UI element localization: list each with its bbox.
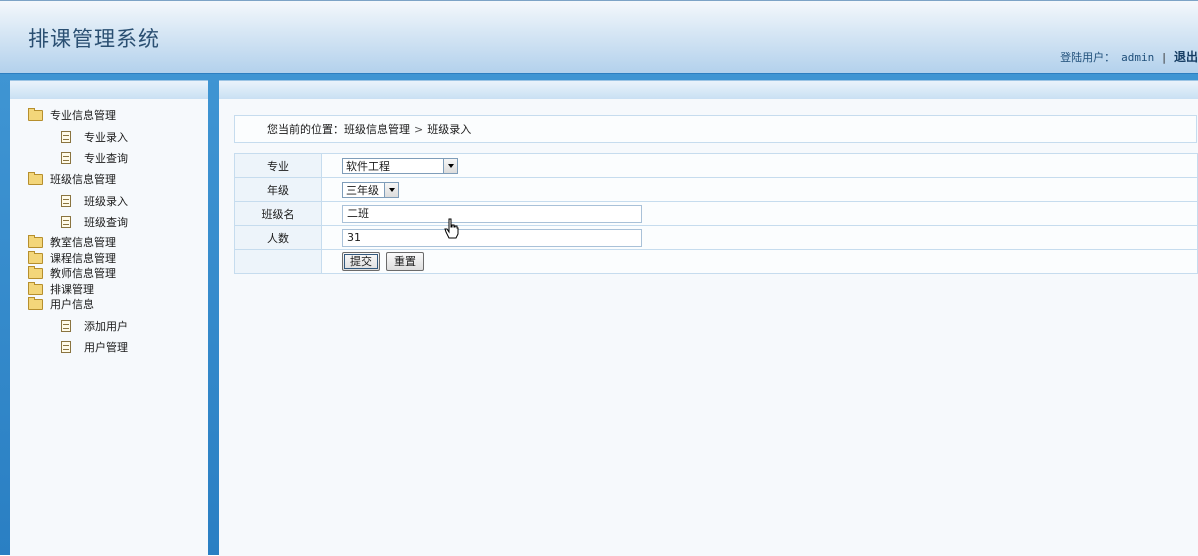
grade-select[interactable]: 三年级 [342,181,399,198]
breadcrumb-section: 班级信息管理 [344,123,410,136]
form-row-major: 专业 软件工程 [234,153,1198,178]
breadcrumb-prefix: 您当前的位置： [267,123,344,136]
document-icon [61,341,71,353]
document-icon [61,131,71,143]
folder-open-icon [28,297,43,311]
count-input[interactable]: 31 [342,228,642,247]
menu-item-user-manage[interactable]: 用户管理 [28,337,128,358]
class-name-input[interactable]: 二班 [342,204,642,223]
menu-group-major[interactable]: 专业信息管理 [28,108,128,124]
form-row-actions: 提交 重置 [234,249,1198,274]
breadcrumb-arrow: > [414,123,424,136]
menu-item-label: 添加用户 [84,320,128,333]
sidebar-top-bar [10,81,208,99]
grade-select-value: 三年级 [346,183,379,197]
actions-label-cell [234,249,322,274]
menu-group-label: 班级信息管理 [50,172,116,186]
class-entry-form: 专业 软件工程 年级 三年级 班级名 二班 人数 31 提交 重置 [234,153,1198,274]
grade-cell: 三年级 [321,177,1198,202]
major-select-value: 软件工程 [346,159,390,173]
menu-group-label: 用户信息 [50,298,94,311]
document-icon [61,194,71,207]
app-title: 排课管理系统 [28,27,160,51]
menu-group-label: 教师信息管理 [50,267,116,280]
menu-item-label: 班级录入 [84,194,128,208]
main-top-bar [219,81,1198,99]
app-header: 排课管理系统 登陆用户： admin | 退出 [0,0,1198,75]
username: admin [1121,51,1155,64]
form-row-class-name: 班级名 二班 [234,201,1198,226]
folder-open-icon [28,235,43,249]
menu-group-user[interactable]: 用户信息 [28,297,128,313]
main-panel: 您当前的位置：班级信息管理 >班级录入 专业 软件工程 年级 三年级 班级名 [219,80,1198,556]
logout-link[interactable]: 退出 [1174,50,1198,64]
form-row-grade: 年级 三年级 [234,177,1198,202]
document-icon [61,320,71,332]
menu-group-label: 教室信息管理 [50,236,116,249]
hand-pointer-icon [444,218,459,239]
actions-cell: 提交 重置 [321,249,1198,274]
user-bar: 登陆用户： admin | 退出 [1060,48,1198,65]
form-row-count: 人数 31 [234,225,1198,250]
menu-group-label: 课程信息管理 [50,251,116,265]
menu-item-major-query[interactable]: 专业查询 [28,148,128,169]
menu-item-class-query[interactable]: 班级查询 [28,211,128,232]
menu-item-major-entry[interactable]: 专业录入 [28,127,128,148]
chevron-down-icon[interactable] [443,158,457,173]
folder-open-icon [28,250,43,264]
menu-group-classroom[interactable]: 教室信息管理 [28,235,128,251]
breadcrumb-page: 班级录入 [427,123,472,136]
document-icon [61,152,71,164]
sidebar: 专业信息管理 专业录入 专业查询 班级信息管理 班级录入 班级查询 教室信息管理 [10,80,208,556]
separator: | [1162,51,1166,64]
submit-button[interactable]: 提交 [342,252,380,271]
menu-item-add-user[interactable]: 添加用户 [28,316,128,337]
menu-item-label: 专业录入 [84,131,128,144]
major-cell: 软件工程 [321,153,1198,178]
major-select[interactable]: 软件工程 [342,157,458,174]
chevron-down-icon[interactable] [384,182,398,197]
menu-item-label: 班级查询 [84,215,128,229]
sidebar-menu: 专业信息管理 专业录入 专业查询 班级信息管理 班级录入 班级查询 教室信息管理 [28,108,128,358]
major-label: 专业 [234,153,322,178]
grade-label: 年级 [234,177,322,202]
menu-item-label: 用户管理 [84,341,128,354]
menu-item-label: 专业查询 [84,152,128,165]
folder-open-icon [28,171,43,185]
folder-open-icon [28,108,43,122]
user-label: 登陆用户： [1060,51,1116,64]
reset-button[interactable]: 重置 [386,252,424,271]
menu-group-course[interactable]: 课程信息管理 [28,250,128,267]
menu-item-class-entry[interactable]: 班级录入 [28,190,128,211]
document-icon [61,215,71,228]
menu-group-label: 专业信息管理 [50,109,116,122]
folder-open-icon [28,281,43,295]
menu-group-schedule[interactable]: 排课管理 [28,281,128,298]
menu-group-teacher[interactable]: 教师信息管理 [28,266,128,282]
folder-open-icon [28,266,43,280]
menu-group-label: 排课管理 [50,282,94,296]
count-label: 人数 [234,225,322,250]
menu-group-class[interactable]: 班级信息管理 [28,171,128,188]
breadcrumb: 您当前的位置：班级信息管理 > 班级录入 [234,115,1197,143]
class-name-label: 班级名 [234,201,322,226]
